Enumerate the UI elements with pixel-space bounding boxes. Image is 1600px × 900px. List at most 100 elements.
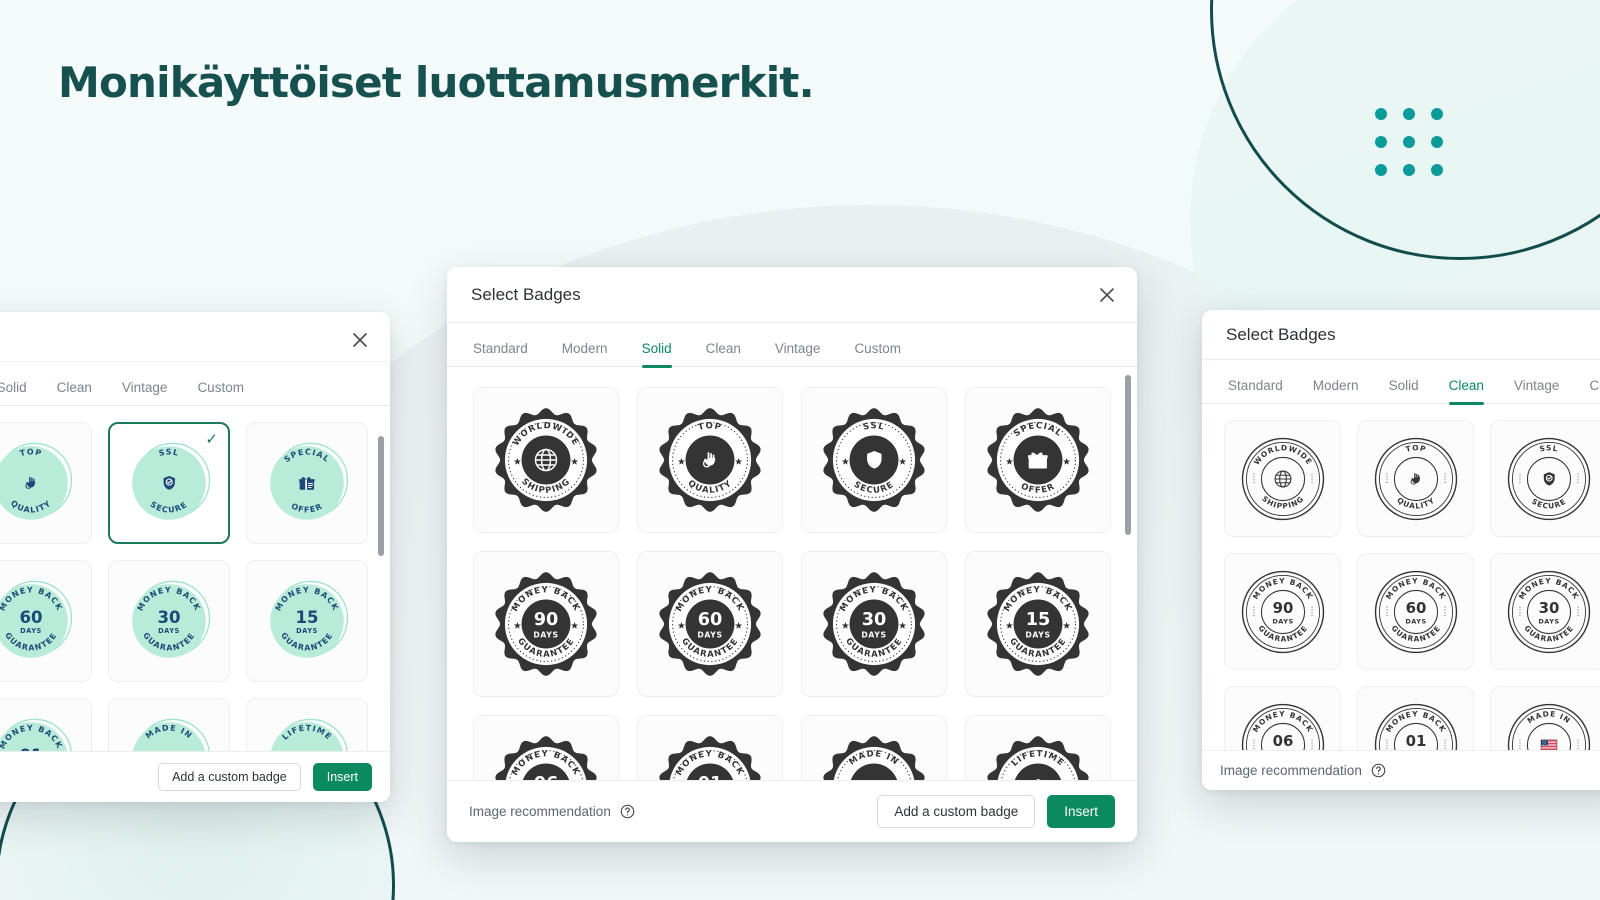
svg-text:60: 60	[698, 610, 723, 630]
image-recommendation-label: Image recommendation	[1220, 763, 1362, 778]
help-circle-icon[interactable]	[1371, 763, 1386, 778]
badge-cell[interactable]: 60DAYSMONEY BACKGUARANTEE	[1357, 553, 1474, 670]
svg-text:90: 90	[534, 610, 559, 630]
insert-button[interactable]: Insert	[1047, 794, 1115, 828]
badge-cell[interactable]: TOP QUALITY	[0, 422, 92, 544]
svg-text:WORLDWIDE: WORLDWIDE	[1251, 443, 1313, 466]
badge-cell[interactable]: 06DAYSMONEY BACKGUARANTEE	[473, 715, 619, 780]
dialog-left-grid-wrap: WORLDWIDESHIPPING TOPQUALITY SSLSECURE✓ …	[0, 406, 390, 751]
svg-text:DAYS: DAYS	[1272, 617, 1293, 625]
add-custom-badge-button[interactable]: Add a custom badge	[877, 794, 1036, 828]
tab-custom[interactable]: Custom	[197, 380, 244, 405]
badge-cell[interactable]: TOP QUALITY	[1357, 420, 1474, 537]
dialog-left: StandardModernSolidCleanVintageCustom WO…	[0, 312, 390, 802]
scrollbar-thumb[interactable]	[378, 436, 384, 556]
badge-cell[interactable]: MADE INUSA	[108, 698, 230, 751]
svg-text:01: 01	[19, 746, 42, 751]
dot-grid-decoration	[1375, 108, 1443, 176]
tab-standard[interactable]: Standard	[473, 341, 528, 366]
page-root: Monikäyttöiset luottamusmerkit. Standard…	[0, 0, 1600, 900]
dialog-main-header: Select Badges	[447, 267, 1137, 323]
badge-cell[interactable]: 01DAYSMONEY BACKGUARANTEE	[1357, 686, 1474, 750]
badge-cell[interactable]: WORLDWIDE SHIPPING	[1224, 420, 1341, 537]
tab-clean[interactable]: Clean	[57, 380, 92, 405]
tab-custom[interactable]: Custom	[1589, 378, 1600, 403]
tab-modern[interactable]: Modern	[562, 341, 608, 366]
insert-button[interactable]: Insert	[312, 762, 372, 791]
add-custom-badge-button[interactable]: Add a custom badge	[158, 762, 301, 791]
tab-solid[interactable]: Solid	[641, 341, 672, 368]
tab-modern[interactable]: Modern	[1313, 378, 1359, 403]
dialog-left-tabs: StandardModernSolidCleanVintageCustom	[0, 362, 390, 406]
tab-clean[interactable]: Clean	[706, 341, 741, 366]
svg-text:SECURE: SECURE	[1530, 496, 1568, 510]
dialog-right-footer-note-group: Image recommendation	[1220, 763, 1386, 778]
svg-text:SSL: SSL	[158, 447, 180, 457]
dialog-right-title: Select Badges	[1226, 324, 1336, 344]
help-circle-icon[interactable]	[620, 804, 635, 819]
dialog-right-footer: Image recommendation	[1202, 750, 1600, 790]
dialog-main-footer-note-group: Image recommendation	[469, 804, 635, 819]
badge-cell[interactable]: LIFETIMEWARRANTY	[965, 715, 1111, 780]
svg-text:06: 06	[534, 774, 559, 779]
dialog-left-footer-actions: Add a custom badge Insert	[158, 762, 372, 791]
dialog-main-title: Select Badges	[471, 284, 581, 304]
badge-cell[interactable]: SSL SECURE ✓	[108, 422, 230, 544]
tab-solid[interactable]: Solid	[1389, 378, 1419, 403]
svg-text:60: 60	[19, 608, 42, 627]
dialog-right-tabs: Standard Modern Solid Clean Vintage Custom	[1202, 360, 1600, 405]
badge-cell[interactable]: WORLDWIDE SHIPPING	[473, 387, 619, 533]
tab-custom[interactable]: Custom	[854, 341, 901, 366]
badge-cell[interactable]: 30 DAYS MONEY BACK GUARANTEE	[108, 560, 230, 682]
badge-cell[interactable]: SPECIAL OFFER	[965, 387, 1111, 533]
dialog-right-header: Select Badges	[1202, 310, 1600, 360]
badge-cell[interactable]: 30 DAYS MONEY BACK GUARANTEE	[801, 551, 947, 697]
svg-text:DAYS: DAYS	[20, 627, 42, 635]
tab-vintage[interactable]: Vintage	[122, 380, 168, 405]
badge-cell[interactable]: SSL SECURE	[801, 387, 947, 533]
tab-vintage[interactable]: Vintage	[775, 341, 821, 366]
dialog-left-badge-grid: WORLDWIDESHIPPING TOPQUALITY SSLSECURE✓ …	[0, 406, 390, 751]
badge-cell[interactable]: 06DAYSMONEY BACKGUARANTEE	[1224, 686, 1341, 750]
badge-cell[interactable]: 30 DAYS MONEY BACK GUARANTEE	[1490, 553, 1600, 670]
dialog-left-header	[0, 312, 390, 362]
dialog-main: Select Badges Standard Modern Solid Clean Vi…	[447, 267, 1137, 842]
badge-cell[interactable]: 15 DAYS MONEY BACK GUARANTEE	[965, 551, 1111, 697]
badge-cell[interactable]: MADE INUSA	[801, 715, 947, 780]
badge-cell[interactable]: TOP QUALITY	[637, 387, 783, 533]
tab-vintage[interactable]: Vintage	[1514, 378, 1560, 403]
check-icon: ✓	[205, 431, 218, 448]
svg-text:MONEY BACK: MONEY BACK	[1383, 576, 1447, 601]
svg-text:01: 01	[1405, 731, 1426, 749]
badge-cell[interactable]: MADE INUSA	[1490, 686, 1600, 750]
dialog-main-tabs: Standard Modern Solid Clean Vintage Custom	[447, 323, 1137, 368]
badge-cell[interactable]: SPECIAL OFFER	[246, 422, 368, 544]
badge-cell[interactable]: 01DAYSMONEY BACKGUARANTEE	[637, 715, 783, 780]
svg-text:DAYS: DAYS	[697, 631, 722, 640]
dialog-main-grid-wrap: WORLDWIDE SHIPPING TOP QUALITY SSL SECURE S…	[447, 367, 1137, 780]
badge-cell[interactable]: 60DAYSMONEY BACKGUARANTEE	[637, 551, 783, 697]
dialog-right: Select Badges Standard Modern Solid Clean Vi…	[1202, 310, 1600, 790]
scrollbar-thumb[interactable]	[1125, 375, 1131, 535]
tab-solid[interactable]: Solid	[0, 380, 27, 405]
svg-text:SSL: SSL	[862, 421, 886, 432]
badge-cell[interactable]: 60DAYSMONEY BACKGUARANTEE	[0, 560, 92, 682]
svg-text:DAYS: DAYS	[1538, 617, 1559, 625]
badge-cell[interactable]: 15 DAYS MONEY BACK GUARANTEE	[246, 560, 368, 682]
dialog-right-badge-grid: WORLDWIDE SHIPPING TOP QUALITY SSL SECURE S…	[1202, 404, 1600, 750]
tab-clean[interactable]: Clean	[1448, 378, 1485, 405]
close-icon[interactable]	[1095, 283, 1119, 307]
tab-standard[interactable]: Standard	[1228, 378, 1283, 403]
svg-text:SHIPPING: SHIPPING	[1260, 494, 1306, 511]
badge-cell[interactable]: LIFETIMEWARRANTY	[246, 698, 368, 751]
svg-text:QUALITY: QUALITY	[1395, 495, 1436, 510]
svg-text:TOP: TOP	[1404, 443, 1427, 453]
svg-text:30: 30	[157, 608, 180, 627]
close-icon[interactable]	[348, 328, 372, 352]
svg-text:TOP: TOP	[697, 421, 723, 433]
badge-cell[interactable]: 01DAYSMONEY BACKGUARANTEE	[0, 698, 92, 751]
badge-cell[interactable]: 90 DAYS MONEY BACK GUARANTEE	[1224, 553, 1341, 670]
badge-cell[interactable]: 90 DAYS MONEY BACK GUARANTEE	[473, 551, 619, 697]
svg-text:SSL: SSL	[1538, 443, 1559, 453]
badge-cell[interactable]: SSL SECURE	[1490, 420, 1600, 537]
